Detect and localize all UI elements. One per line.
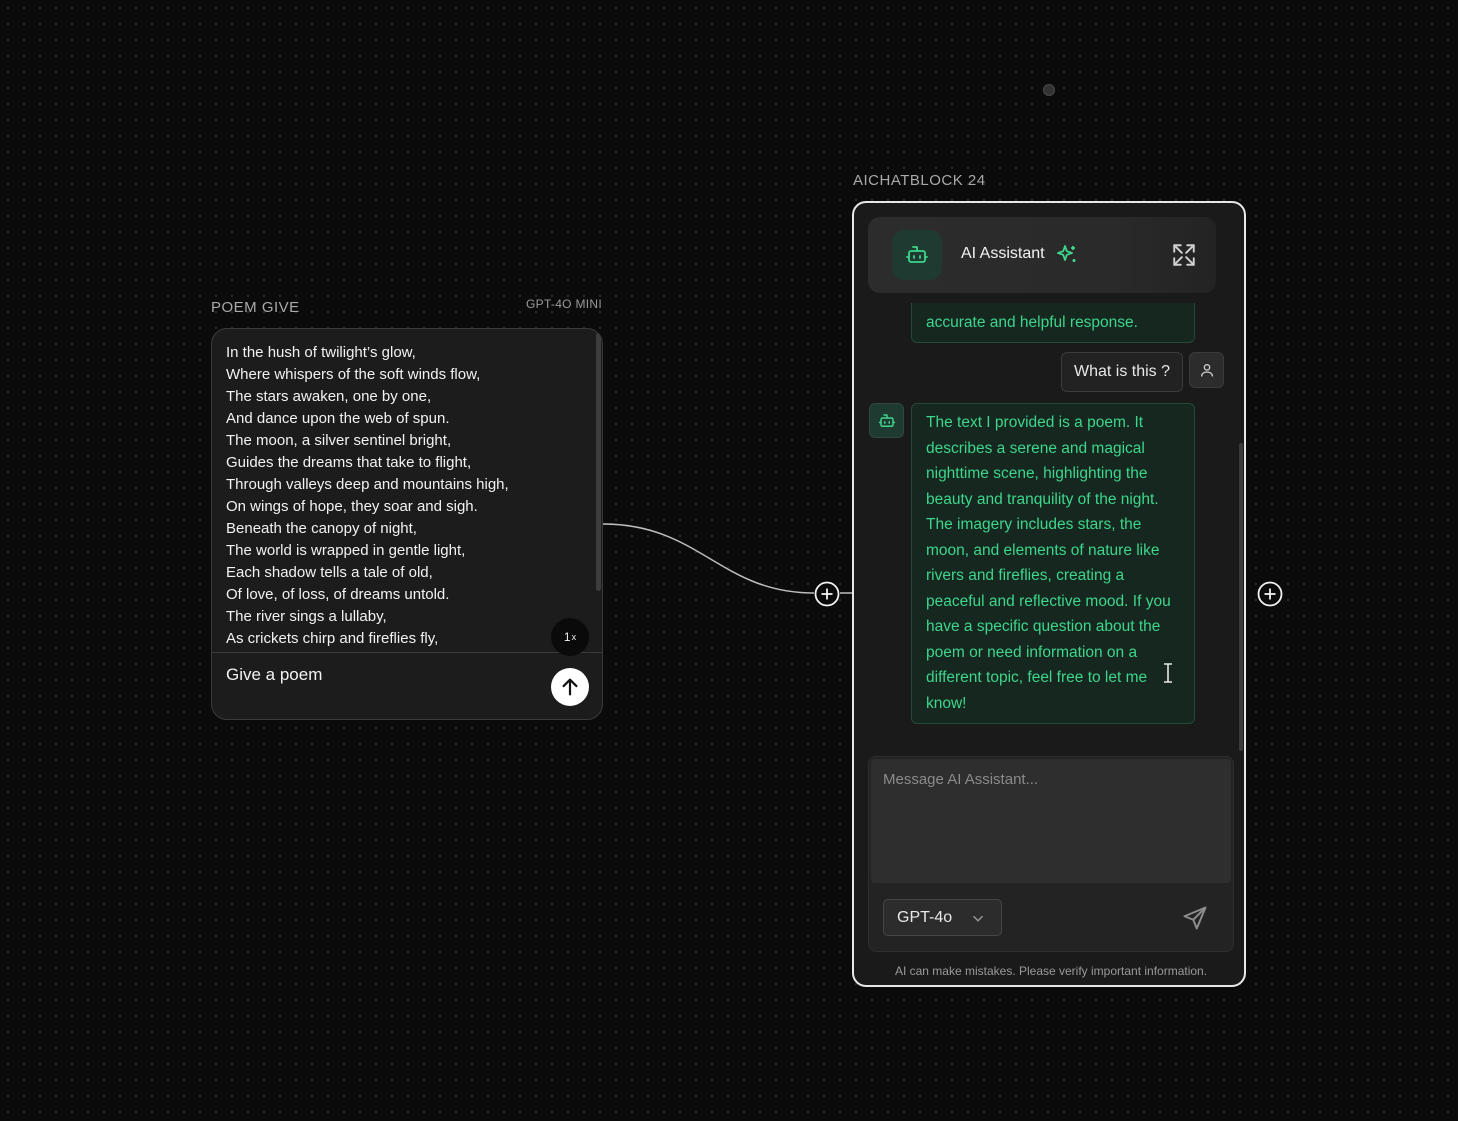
assistant-message-avatar — [869, 403, 904, 438]
chat-header: AI Assistant — [868, 217, 1216, 293]
assistant-avatar — [892, 230, 942, 280]
speed-badge[interactable]: 1x — [551, 618, 589, 656]
message-input[interactable] — [871, 759, 1231, 883]
user-message: What is this ? — [1061, 352, 1183, 392]
chevron-down-icon — [973, 915, 983, 922]
poem-line: Where whispers of the soft winds flow, — [226, 366, 481, 383]
assistant-message: The text I provided is a poem. It descri… — [911, 403, 1195, 724]
chat-scrollbar[interactable] — [1239, 443, 1243, 751]
input-handle[interactable] — [814, 581, 840, 607]
model-select[interactable]: GPT-4o — [883, 899, 1002, 936]
poem-node-model: GPT-4O MINI — [526, 297, 602, 311]
output-handle[interactable] — [1257, 581, 1283, 607]
poem-line: The world is wrapped in gentle light, — [226, 542, 466, 559]
poem-line: The stars awaken, one by one, — [226, 388, 432, 405]
assistant-message-partial: accurate and helpful response. — [911, 303, 1195, 343]
sparkle-icon — [1057, 245, 1076, 262]
send-icon[interactable] — [1181, 904, 1209, 932]
poem-line: Guides the dreams that take to flight, — [226, 454, 472, 471]
poem-output[interactable]: In the hush of twilight’s glow, Where wh… — [212, 329, 602, 653]
expand-icon[interactable] — [1171, 242, 1197, 268]
poem-line: And dance upon the web of spun. — [226, 410, 450, 427]
arrow-up-icon — [562, 678, 578, 696]
poem-scrollbar[interactable] — [596, 333, 601, 591]
assistant-title: AI Assistant — [961, 245, 1045, 262]
poem-line: Beneath the canopy of night, — [226, 520, 417, 537]
poem-line: As crickets chirp and fireflies fly, — [226, 630, 439, 647]
poem-line: Through valleys deep and mountains high, — [226, 476, 509, 493]
chat-node-title: AICHATBLOCK 24 — [853, 172, 986, 189]
poem-line: On wings of hope, they soar and sigh. — [226, 498, 478, 515]
poem-node[interactable]: In the hush of twilight’s glow, Where wh… — [211, 328, 603, 720]
speed-unit: x — [571, 632, 577, 642]
plus-circle-icon — [814, 581, 840, 607]
message-list[interactable]: accurate and helpful response. What is t… — [854, 303, 1244, 753]
composer: GPT-4o — [868, 756, 1234, 952]
poem-divider — [212, 652, 602, 653]
canvas-dot — [1043, 84, 1055, 96]
user-icon — [1200, 364, 1213, 377]
poem-line: Of love, of loss, of dreams untold. — [226, 586, 450, 603]
poem-line: The moon, a silver sentinel bright, — [226, 432, 452, 449]
text-cursor-icon — [1164, 663, 1172, 683]
poem-send-button[interactable] — [551, 668, 589, 706]
user-avatar — [1189, 352, 1224, 388]
model-select-value: GPT-4o — [897, 908, 953, 926]
poem-prompt-input[interactable]: Give a poem — [226, 665, 322, 685]
poem-node-title: POEM GIVE — [211, 299, 300, 316]
ai-chat-node[interactable]: AI Assistant accurate and helpful respon… — [852, 201, 1246, 987]
poem-line: The river sings a lullaby, — [226, 608, 387, 625]
plus-circle-icon — [1257, 581, 1283, 607]
poem-line: In the hush of twilight’s glow, — [226, 344, 416, 361]
bot-icon — [878, 413, 895, 427]
disclaimer: AI can make mistakes. Please verify impo… — [894, 964, 1208, 978]
bot-icon — [906, 246, 928, 263]
speed-value: 1 — [563, 630, 571, 644]
poem-line: Each shadow tells a tale of old, — [226, 564, 433, 581]
